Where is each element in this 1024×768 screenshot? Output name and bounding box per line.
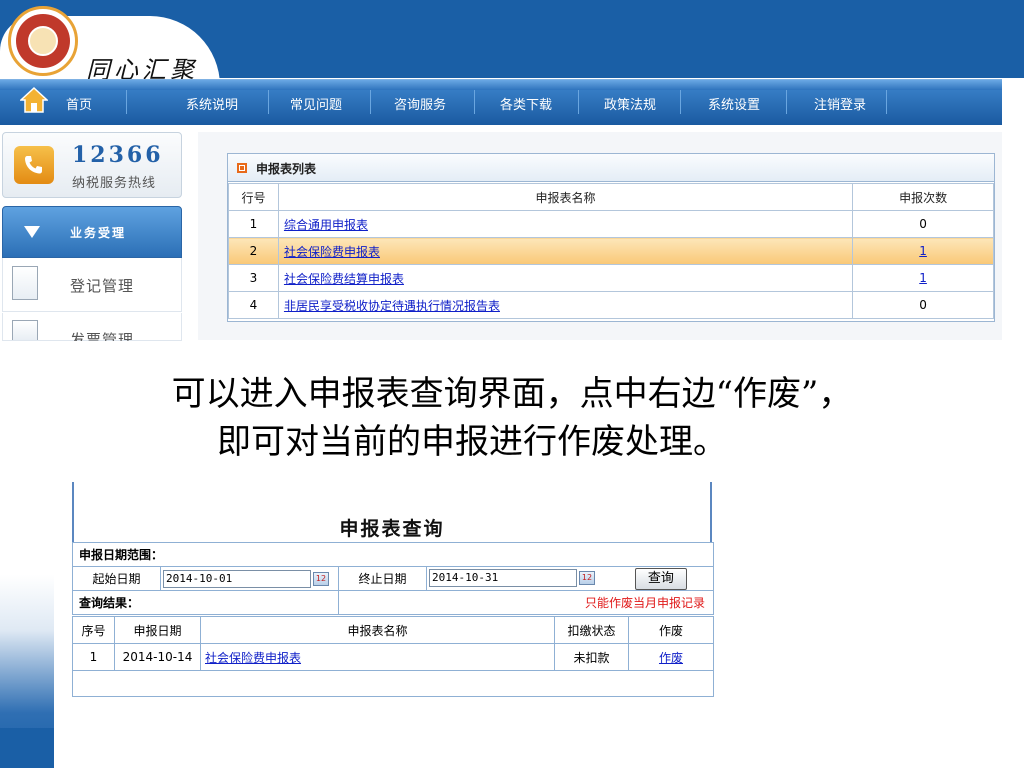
query-button[interactable]: 查询 xyxy=(634,567,687,590)
query-form-table: 申报日期范围： 起始日期 2014-10-01 12 终止日期 2014-10-3… xyxy=(72,542,714,615)
nav-item-policies[interactable]: 政策法规 xyxy=(604,94,656,113)
report-name-link[interactable]: 非居民享受税收协定待遇执行情况报告表 xyxy=(284,299,500,313)
nav-item-home[interactable]: 首页 xyxy=(66,94,92,113)
row-number: 1 xyxy=(72,643,115,671)
nav-separator xyxy=(268,90,269,114)
report-list-title-bar xyxy=(228,154,994,182)
nav-item-downloads[interactable]: 各类下载 xyxy=(500,94,552,113)
end-date-input[interactable]: 2014-10-31 xyxy=(429,569,577,587)
withholding-status: 未扣款 xyxy=(554,643,629,671)
report-list-title: 申报表列表 xyxy=(256,162,317,176)
square-bullet-icon xyxy=(237,163,247,173)
result-table: 序号 申报日期 申报表名称 扣缴状态 作废 1 2014-10-14 社会保险费… xyxy=(72,616,714,697)
column-header: 扣缴状态 xyxy=(554,616,629,644)
nav-separator xyxy=(578,90,579,114)
report-name-link[interactable]: 社会保险费申报表 xyxy=(205,651,301,665)
column-header: 申报表名称 xyxy=(277,183,854,211)
report-count: 0 xyxy=(852,291,994,319)
sidebar-item-label: 登记管理 xyxy=(70,277,135,295)
report-name-link[interactable]: 社会保险费申报表 xyxy=(284,245,380,259)
slide-bottom-band xyxy=(0,728,54,768)
table-row: 3 社会保险费结算申报表 1 xyxy=(228,264,994,292)
hotline-number: 12366 xyxy=(72,142,164,168)
document-icon xyxy=(12,320,38,340)
table-header-row: 行号 申报表名称 申报次数 xyxy=(228,183,994,211)
column-header: 申报次数 xyxy=(852,183,994,211)
home-icon[interactable] xyxy=(20,86,48,114)
column-header: 行号 xyxy=(228,183,279,211)
table-row-highlighted: 2 社会保险费申报表 1 xyxy=(228,237,994,265)
nav-separator xyxy=(370,90,371,114)
document-icon xyxy=(12,266,38,300)
sidebar-section-label: 业务受理 xyxy=(70,226,127,240)
table-header-row: 序号 申报日期 申报表名称 扣缴状态 作废 xyxy=(72,616,714,644)
table-row-empty xyxy=(72,670,714,697)
table-row: 1 综合通用申报表 0 xyxy=(228,210,994,238)
date-range-label: 申报日期范围： xyxy=(72,542,714,567)
column-header: 作废 xyxy=(628,616,714,644)
report-name-link[interactable]: 社会保险费结算申报表 xyxy=(284,272,404,286)
sidebar-item-label: 发票管理 xyxy=(70,331,135,341)
logo-seal-icon xyxy=(8,6,78,76)
start-date-label: 起始日期 xyxy=(72,566,161,591)
nav-item-faq[interactable]: 常见问题 xyxy=(290,94,342,113)
row-number: 4 xyxy=(228,291,279,319)
phone-icon xyxy=(14,146,54,184)
triangle-down-icon xyxy=(24,226,40,238)
calendar-icon[interactable]: 12 xyxy=(313,571,329,586)
nav-item-settings[interactable]: 系统设置 xyxy=(708,94,760,113)
nav-separator xyxy=(474,90,475,114)
query-page-title: 申报表查询 xyxy=(339,518,445,540)
calendar-icon[interactable]: 12 xyxy=(579,571,595,585)
caption-line-2: 即可对当前的申报进行作废处理。 xyxy=(217,422,727,462)
start-date-input[interactable]: 2014-10-01 xyxy=(163,569,311,588)
nav-separator xyxy=(786,90,787,114)
table-row: 4 非居民享受税收协定待遇执行情况报告表 0 xyxy=(228,291,994,319)
table-row: 1 2014-10-14 社会保险费申报表 未扣款 作废 xyxy=(72,643,714,671)
hotline-label: 纳税服务热线 xyxy=(72,176,157,191)
row-number: 2 xyxy=(228,237,279,265)
report-count-link[interactable]: 1 xyxy=(919,244,927,258)
column-header: 申报日期 xyxy=(114,616,201,644)
nav-separator xyxy=(126,90,127,114)
nav-separator xyxy=(886,90,887,114)
nav-item-consulting[interactable]: 咨询服务 xyxy=(394,94,446,113)
column-header: 申报表名称 xyxy=(200,616,555,644)
column-header: 序号 xyxy=(72,616,115,644)
caption-line-1: 可以进入申报表查询界面，点中右边“作废”， xyxy=(171,374,853,414)
result-label: 查询结果： xyxy=(72,590,339,615)
nav-item-system-intro[interactable]: 系统说明 xyxy=(186,94,238,113)
row-number: 1 xyxy=(228,210,279,238)
nav-item-logout[interactable]: 注销登录 xyxy=(814,94,866,113)
report-list-table: 行号 申报表名称 申报次数 1 综合通用申报表 0 2 社会保险费申报表 1 3… xyxy=(228,183,994,319)
nav-separator xyxy=(680,90,681,114)
report-count-link[interactable]: 1 xyxy=(919,271,927,285)
end-date-label: 终止日期 xyxy=(338,566,427,591)
void-link[interactable]: 作废 xyxy=(659,651,683,665)
report-count: 0 xyxy=(852,210,994,238)
report-name-link[interactable]: 综合通用申报表 xyxy=(284,218,368,232)
row-number: 3 xyxy=(228,264,279,292)
report-date: 2014-10-14 xyxy=(114,643,201,671)
void-notice: 只能作废当月申报记录 xyxy=(338,590,714,615)
